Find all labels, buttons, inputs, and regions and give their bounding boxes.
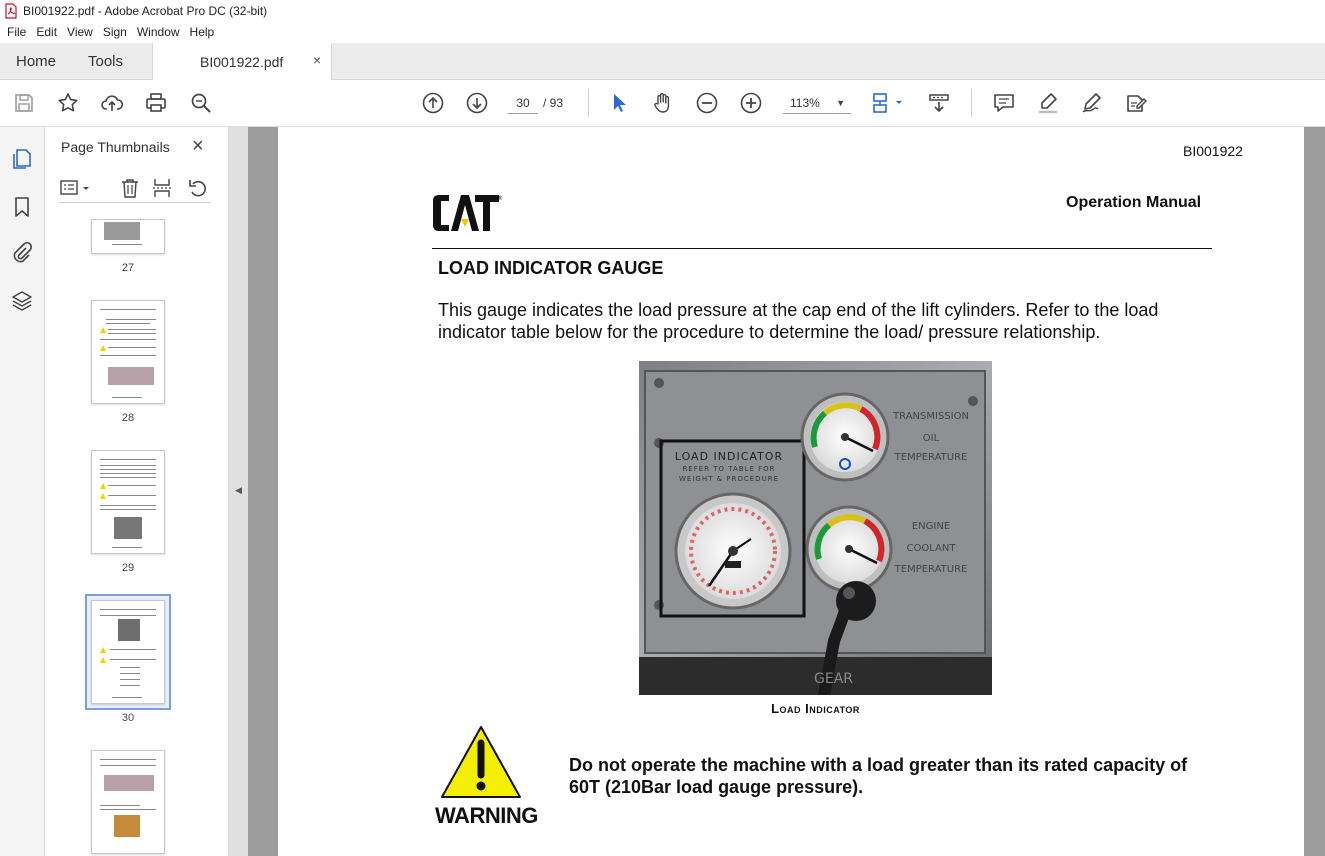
zoom-level-select[interactable]: 113% ▼: [783, 92, 851, 114]
sign-icon[interactable]: [1124, 91, 1148, 115]
menu-window[interactable]: Window: [132, 25, 185, 39]
gauge-panel-illustration: LOAD INDICATOR REFER TO TABLE FOR WEIGHT…: [639, 361, 992, 695]
cat-logo: ®: [433, 195, 503, 231]
warning-label: WARNING: [435, 803, 538, 828]
collapse-panel-strip[interactable]: ◀: [229, 127, 248, 856]
upload-icon[interactable]: [100, 91, 124, 115]
attachment-icon[interactable]: [10, 241, 34, 265]
menu-view[interactable]: View: [62, 25, 98, 39]
panel-title: Page Thumbnails: [61, 139, 170, 155]
hand-icon[interactable]: [651, 91, 675, 115]
gauge-label-transmission: TRANSMISSION: [892, 411, 969, 422]
menu-edit[interactable]: Edit: [31, 25, 62, 39]
select-cursor-icon[interactable]: [607, 91, 631, 115]
scroll-mode-icon[interactable]: [927, 91, 951, 115]
toolbar-divider: [588, 89, 589, 117]
menu-file[interactable]: File: [2, 25, 31, 39]
page-down-icon[interactable]: [465, 91, 489, 115]
gauge-label-engine: ENGINE: [912, 521, 950, 532]
page-total: / 93: [543, 96, 564, 110]
tab-home[interactable]: Home: [16, 53, 56, 70]
thumbnail-page-29[interactable]: [91, 450, 165, 554]
tab-close-icon[interactable]: ×: [313, 52, 321, 68]
document-view: BI001922 ® Operation Manual LOAD INDICAT…: [248, 127, 1325, 856]
page-thumbnails-panel: Page Thumbnails × 27 28 29 30: [45, 127, 267, 856]
main-toolbar: 30 / 93 113% ▼: [0, 80, 1325, 127]
rotate-icon[interactable]: [187, 177, 209, 199]
thumbnail-label: 27: [121, 262, 135, 274]
page-up-icon[interactable]: [421, 91, 445, 115]
gauge-label-temperature: TEMPERATURE: [894, 452, 968, 463]
panel-label-load-indicator: LOAD INDICATOR: [675, 450, 783, 463]
warning-triangle-icon: [441, 726, 521, 798]
thumbnail-options-icon[interactable]: [59, 177, 89, 199]
gear-label: GEAR: [814, 671, 853, 687]
chevron-left-icon[interactable]: ◀: [235, 485, 242, 496]
search-icon[interactable]: [189, 91, 213, 115]
draw-icon[interactable]: [1080, 91, 1104, 115]
thumbnail-page-27[interactable]: [91, 219, 165, 254]
page-number-input[interactable]: 30: [508, 92, 538, 114]
extract-pages-icon[interactable]: [151, 177, 173, 199]
header-rule: [432, 248, 1212, 249]
comment-icon[interactable]: [992, 91, 1016, 115]
print-icon[interactable]: [144, 91, 168, 115]
window-title: BI001922.pdf - Adobe Acrobat Pro DC (32-…: [23, 4, 268, 18]
delete-icon[interactable]: [119, 177, 141, 199]
warning-text: Do not operate the machine with a load g…: [569, 755, 1188, 797]
panel-label-refer: REFER TO TABLE FOR: [682, 465, 775, 473]
thumbnail-label: 29: [121, 562, 135, 574]
thumbnail-label: 28: [121, 412, 135, 424]
gauge-label-temperature-2: TEMPERATURE: [894, 564, 968, 575]
save-icon[interactable]: [12, 91, 36, 115]
toolbar-divider: [971, 89, 972, 117]
star-icon[interactable]: [56, 91, 80, 115]
thumbnail-toolbar: [59, 177, 211, 203]
thumbnail-page-28[interactable]: [91, 300, 165, 404]
panel-label-weight: WEIGHT & PROCEDURE: [679, 475, 779, 483]
menu-bar: File Edit View Sign Window Help: [0, 22, 1325, 42]
page-layout-icon[interactable]: [870, 91, 906, 115]
pdf-page: BI001922 ® Operation Manual LOAD INDICAT…: [278, 127, 1304, 856]
close-icon[interactable]: ×: [192, 135, 204, 158]
photo-caption: Load Indicator: [771, 701, 860, 716]
zoom-in-icon[interactable]: [739, 91, 763, 115]
load-indicator-photo: LOAD INDICATOR REFER TO TABLE FOR WEIGHT…: [639, 361, 992, 695]
document-id: BI001922: [1183, 143, 1243, 159]
page-thumbnails-icon[interactable]: [10, 147, 34, 171]
tab-document-label: BI001922.pdf: [200, 54, 284, 70]
manual-title: Operation Manual: [1066, 194, 1202, 211]
thumbnail-label: 30: [121, 712, 135, 724]
thumbnail-page-30[interactable]: [91, 600, 165, 704]
section-heading: LOAD INDICATOR GAUGE: [438, 258, 664, 278]
zoom-out-icon[interactable]: [695, 91, 719, 115]
tab-bar: Home Tools BI001922.pdf ×: [0, 43, 1325, 80]
body-paragraph: This gauge indicates the load pressure a…: [438, 300, 1159, 342]
gauge-label-oil: OIL: [923, 433, 940, 444]
menu-sign[interactable]: Sign: [98, 25, 132, 39]
title-bar: BI001922.pdf - Adobe Acrobat Pro DC (32-…: [0, 0, 1325, 22]
layers-icon[interactable]: [10, 289, 34, 313]
acrobat-pdf-icon: [5, 3, 17, 19]
document-gutter: [1304, 127, 1325, 856]
tab-tools[interactable]: Tools: [88, 53, 123, 70]
zoom-level-value: 113%: [790, 96, 820, 110]
gauge-label-coolant: COOLANT: [907, 543, 957, 554]
bookmark-icon[interactable]: [10, 195, 34, 219]
tab-document[interactable]: BI001922.pdf ×: [152, 43, 332, 80]
thumbnail-page-31[interactable]: [91, 750, 165, 854]
chevron-down-icon: ▼: [836, 98, 845, 108]
highlight-icon[interactable]: [1036, 91, 1060, 115]
registered-mark: ®: [497, 195, 503, 202]
navigation-rail: [0, 127, 45, 856]
menu-help[interactable]: Help: [185, 25, 220, 39]
